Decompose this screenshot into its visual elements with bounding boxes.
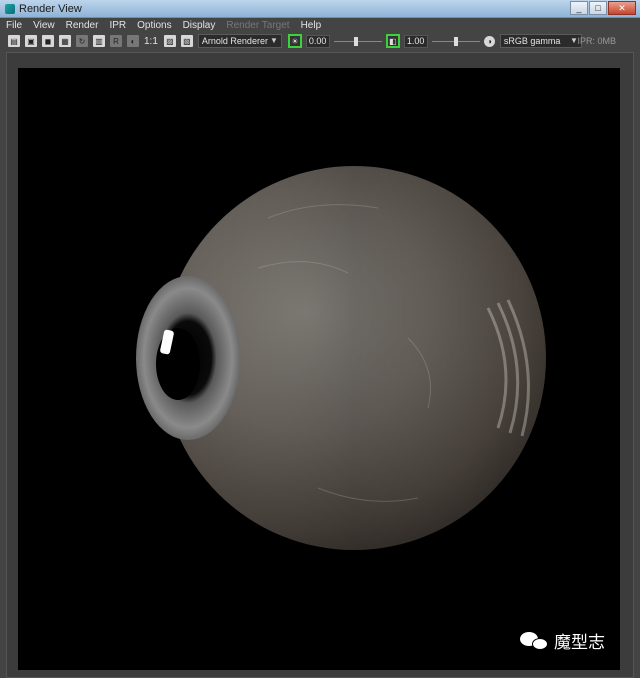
gamma-icon[interactable]: ◧ — [385, 34, 400, 48]
renderer-dropdown[interactable]: Arnold Renderer ▼ — [197, 34, 282, 48]
snapshot-icon[interactable]: ◼ — [42, 35, 54, 47]
menu-bar: File View Render IPR Options Display Ren… — [0, 18, 640, 32]
gamma-handle[interactable] — [453, 36, 458, 46]
title-bar: Render View _ □ ✕ — [0, 0, 640, 18]
menu-options[interactable]: Options — [137, 20, 171, 31]
chat-bubble-icon — [532, 637, 548, 650]
ipr-memory-status: IPR: 0MB — [577, 36, 616, 46]
maximize-button[interactable]: □ — [589, 1, 607, 15]
rgb-channel-icon[interactable]: R — [110, 35, 122, 47]
alpha-channel-icon[interactable]: ◐ — [127, 35, 139, 47]
render-toolbar: ▤ ▣ ◼ ▦ ↻ ▥ R ◐ 1:1 ▨ ▧ Arnold Renderer … — [0, 32, 640, 50]
menu-view[interactable]: View — [33, 20, 55, 31]
chevron-down-icon: ▼ — [269, 36, 278, 45]
real-size-button[interactable]: 1:1 — [144, 36, 158, 47]
keep-image-icon[interactable]: ▨ — [163, 35, 176, 47]
window-controls: _ □ ✕ — [569, 1, 636, 15]
eyeball-render — [136, 166, 546, 550]
exposure-slider[interactable] — [333, 35, 382, 48]
exposure-field[interactable]: 0.00 — [305, 34, 330, 48]
menu-display[interactable]: Display — [183, 20, 216, 31]
renderer-value: Arnold Renderer — [201, 36, 268, 46]
exposure-icon[interactable]: ☀ — [287, 34, 302, 48]
window-title: Render View — [19, 2, 82, 15]
maya-app-icon — [5, 3, 15, 14]
ipr-render-icon[interactable]: ▦ — [59, 35, 71, 47]
exposure-handle[interactable] — [353, 36, 358, 46]
menu-render[interactable]: Render — [66, 20, 99, 31]
color-management-icon[interactable]: ◑ — [483, 35, 495, 47]
exposure-track — [333, 40, 382, 42]
color-space-value: sRGB gamma — [503, 36, 561, 46]
render-image[interactable] — [18, 68, 620, 670]
watermark-text: 魔型志 — [554, 633, 605, 653]
render-settings-icon[interactable]: ▥ — [93, 35, 105, 47]
close-button[interactable]: ✕ — [608, 1, 636, 15]
gamma-field[interactable]: 1.00 — [403, 34, 428, 48]
menu-render-target[interactable]: Render Target — [226, 20, 289, 31]
wechat-watermark: 魔型志 — [520, 628, 605, 653]
remove-image-icon[interactable]: ▧ — [180, 35, 193, 47]
refresh-ipr-icon[interactable]: ↻ — [76, 35, 88, 47]
menu-file[interactable]: File — [6, 20, 22, 31]
gamma-slider[interactable] — [431, 35, 480, 48]
menu-help[interactable]: Help — [301, 20, 322, 31]
wechat-icon — [520, 630, 550, 652]
render-region-icon[interactable]: ▣ — [25, 35, 37, 47]
color-space-dropdown[interactable]: sRGB gamma ▼ — [499, 34, 582, 48]
menu-ipr[interactable]: IPR — [109, 20, 126, 31]
minimize-button[interactable]: _ — [570, 1, 588, 15]
render-frame-icon[interactable]: ▤ — [8, 35, 20, 47]
